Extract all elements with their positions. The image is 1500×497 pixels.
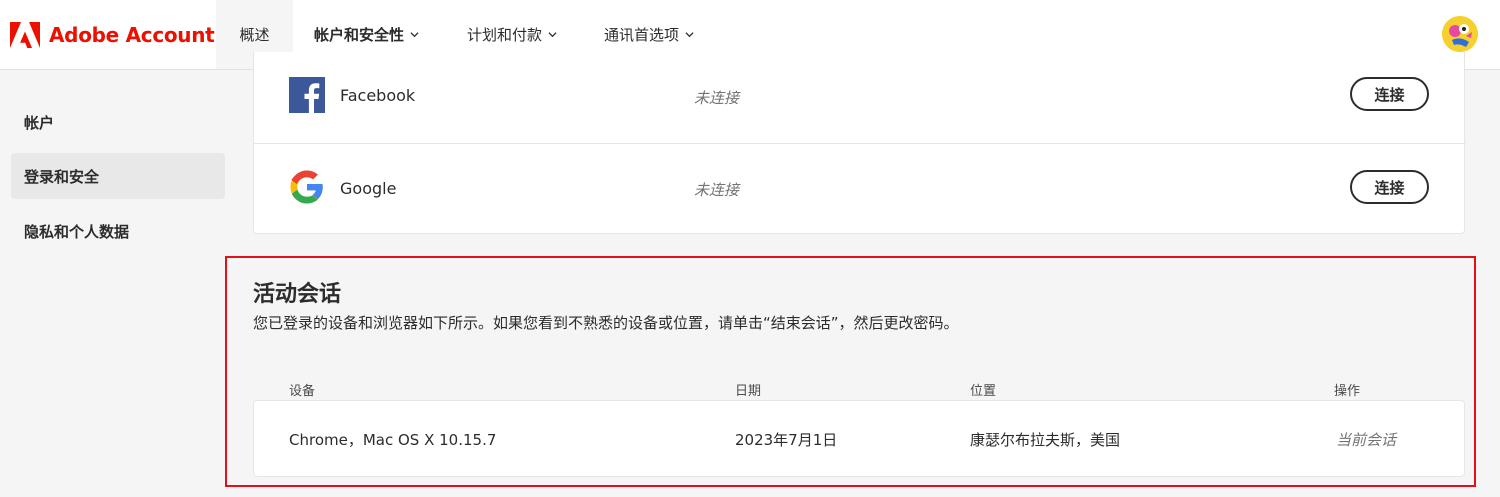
- adobe-logo-icon: [10, 21, 40, 48]
- nav-communication-label: 通讯首选项: [604, 26, 680, 44]
- chevron-down-icon: [548, 32, 557, 38]
- connect-facebook-button[interactable]: 连接: [1350, 77, 1429, 111]
- nav-account-security-label: 帐户和安全性: [314, 26, 405, 44]
- social-accounts-card: Facebook 未连接 连接 Google 未连接 连接: [253, 52, 1466, 234]
- brand-link[interactable]: Adobe Account: [0, 0, 216, 69]
- session-date: 2023年7月1日: [735, 431, 838, 449]
- social-row-facebook: Facebook 未连接 连接: [254, 52, 1466, 144]
- sidebar-item-account[interactable]: 帐户: [11, 99, 225, 145]
- social-row-google: Google 未连接 连接: [254, 142, 1466, 234]
- avatar-image: [1442, 16, 1478, 52]
- connection-status: 未连接: [694, 181, 740, 199]
- nav-plans-payments-label: 计划和付款: [467, 26, 543, 44]
- session-action-current: 当前会话: [1336, 431, 1397, 449]
- facebook-icon: [289, 77, 325, 113]
- active-sessions-title: 活动会话: [253, 282, 342, 307]
- column-header-action: 操作: [1334, 384, 1361, 399]
- sidebar-item-sign-in-security[interactable]: 登录和安全: [11, 153, 225, 199]
- sidebar-item-privacy-data[interactable]: 隐私和个人数据: [11, 208, 225, 254]
- session-device: Chrome，Mac OS X 10.15.7: [289, 431, 497, 449]
- google-icon: [290, 170, 323, 204]
- column-header-date: 日期: [735, 384, 762, 399]
- connection-status: 未连接: [694, 89, 740, 107]
- chevron-down-icon: [685, 32, 694, 38]
- social-name: Facebook: [340, 86, 416, 105]
- social-name: Google: [340, 179, 397, 198]
- column-header-device: 设备: [289, 384, 316, 399]
- active-sessions-description: 您已登录的设备和浏览器如下所示。如果您看到不熟悉的设备或位置，请单击“结束会话”…: [253, 314, 959, 332]
- column-header-location: 位置: [970, 384, 997, 399]
- brand-name: Adobe Account: [49, 22, 215, 47]
- chevron-down-icon: [410, 32, 419, 38]
- connect-google-button[interactable]: 连接: [1350, 170, 1429, 204]
- user-avatar[interactable]: [1442, 16, 1478, 52]
- session-location: 康瑟尔布拉夫斯，美国: [970, 431, 1121, 449]
